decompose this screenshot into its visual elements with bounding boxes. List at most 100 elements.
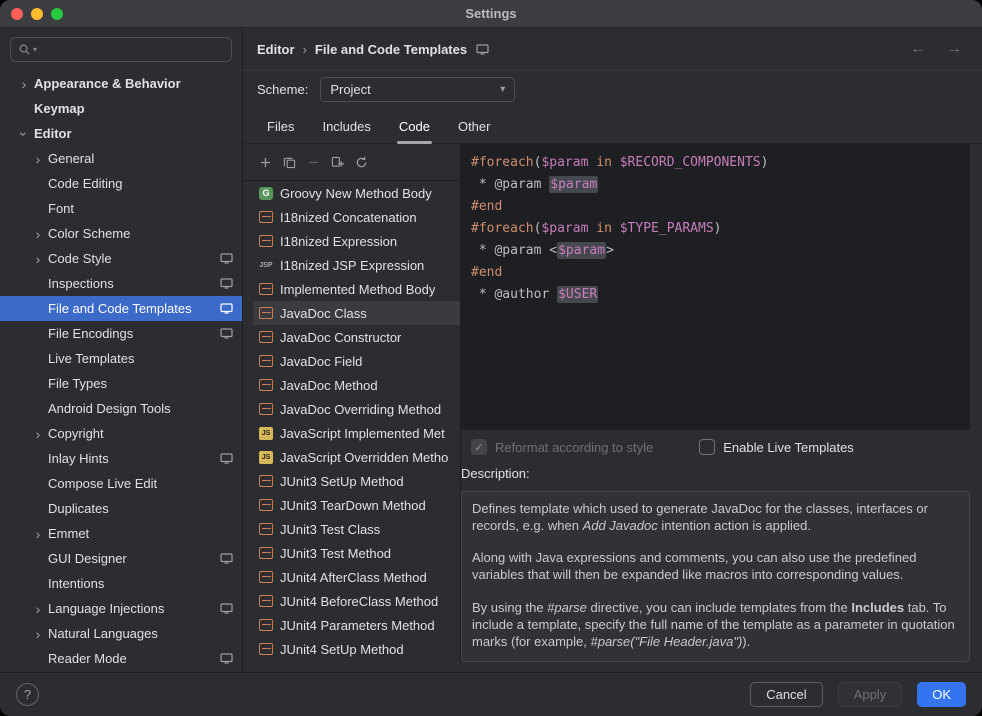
tree-item-font[interactable]: Font xyxy=(0,196,242,221)
back-arrow-icon[interactable]: ← xyxy=(910,40,926,58)
template-icon xyxy=(259,211,273,223)
description-label: Description: xyxy=(461,466,970,484)
close-button[interactable] xyxy=(11,8,23,20)
template-list-panel: GGroovy New Method BodyI18nized Concaten… xyxy=(243,144,461,662)
chevron-right-icon[interactable]: › xyxy=(28,252,48,266)
template-item-label: JUnit3 SetUp Method xyxy=(280,474,404,489)
tree-item-color-scheme[interactable]: ›Color Scheme xyxy=(0,221,242,246)
cancel-button[interactable]: Cancel xyxy=(750,682,822,707)
description-box[interactable]: Defines template which used to generate … xyxy=(461,491,970,662)
template-item-groovy-new-method-body[interactable]: GGroovy New Method Body xyxy=(253,181,460,205)
minimize-button[interactable] xyxy=(31,8,43,20)
tree-item-natural-languages[interactable]: ›Natural Languages xyxy=(0,621,242,646)
template-item-junit3-test-class[interactable]: JUnit3 Test Class xyxy=(253,517,460,541)
ok-button[interactable]: OK xyxy=(917,682,966,707)
template-item-i18nized-jsp-expression[interactable]: JSPI18nized JSP Expression xyxy=(253,253,460,277)
tree-item-file-encodings[interactable]: File Encodings xyxy=(0,321,242,346)
template-item-junit4-beforeclass-method[interactable]: JUnit4 BeforeClass Method xyxy=(253,589,460,613)
tree-item-compose-live-edit[interactable]: Compose Live Edit xyxy=(0,471,242,496)
tab-other[interactable]: Other xyxy=(456,119,493,143)
tree-item-gui-designer[interactable]: GUI Designer xyxy=(0,546,242,571)
tree-item-code-editing[interactable]: Code Editing xyxy=(0,171,242,196)
tree-item-emmet[interactable]: ›Emmet xyxy=(0,521,242,546)
tree-item-intentions[interactable]: Intentions xyxy=(0,571,242,596)
template-item-javadoc-overriding-method[interactable]: JavaDoc Overriding Method xyxy=(253,397,460,421)
apply-button: Apply xyxy=(838,682,903,707)
template-item-label: JavaDoc Class xyxy=(280,306,367,321)
template-item-javadoc-field[interactable]: JavaDoc Field xyxy=(253,349,460,373)
tree-item-label: Android Design Tools xyxy=(48,401,171,416)
settings-sidebar: ▾ ›Appearance & BehaviorKeymap›Editor›Ge… xyxy=(0,28,243,672)
tree-item-live-templates[interactable]: Live Templates xyxy=(0,346,242,371)
tab-code[interactable]: Code xyxy=(397,119,432,143)
tree-item-file-and-code-templates[interactable]: File and Code Templates xyxy=(0,296,242,321)
template-item-javascript-overridden-metho[interactable]: JSJavaScript Overridden Metho xyxy=(253,445,460,469)
template-item-junit3-test-method[interactable]: JUnit3 Test Method xyxy=(253,541,460,565)
tree-item-label: Font xyxy=(48,201,74,216)
javascript-icon: JS xyxy=(259,451,273,464)
enable-live-templates-checkbox[interactable] xyxy=(699,439,715,455)
template-item-i18nized-concatenation[interactable]: I18nized Concatenation xyxy=(253,205,460,229)
tree-item-duplicates[interactable]: Duplicates xyxy=(0,496,242,521)
template-item-javascript-implemented-met[interactable]: JSJavaScript Implemented Met xyxy=(253,421,460,445)
chevron-down-icon[interactable]: › xyxy=(17,124,31,144)
code-line: #end xyxy=(471,262,960,284)
tree-item-file-types[interactable]: File Types xyxy=(0,371,242,396)
template-item-label: I18nized Expression xyxy=(280,234,397,249)
tree-item-appearance-behavior[interactable]: ›Appearance & Behavior xyxy=(0,71,242,96)
copy-template-button[interactable] xyxy=(279,152,299,172)
code-line: #foreach($param in $RECORD_COMPONENTS) xyxy=(471,152,960,174)
template-icon xyxy=(259,355,273,367)
tree-item-android-design-tools[interactable]: Android Design Tools xyxy=(0,396,242,421)
tab-includes[interactable]: Includes xyxy=(320,119,372,143)
template-item-javadoc-constructor[interactable]: JavaDoc Constructor xyxy=(253,325,460,349)
search-input[interactable] xyxy=(39,42,224,57)
tree-item-language-injections[interactable]: ›Language Injections xyxy=(0,596,242,621)
template-item-label: JavaDoc Overriding Method xyxy=(280,402,441,417)
chevron-right-icon[interactable]: › xyxy=(28,427,48,441)
tree-item-general[interactable]: ›General xyxy=(0,146,242,171)
tree-item-label: Natural Languages xyxy=(48,626,158,641)
chevron-right-icon[interactable]: › xyxy=(28,627,48,641)
search-field[interactable]: ▾ xyxy=(10,37,232,62)
titlebar[interactable]: Settings xyxy=(0,0,982,28)
template-icon xyxy=(259,475,273,487)
tree-item-reader-mode[interactable]: Reader Mode xyxy=(0,646,242,671)
tree-item-editor[interactable]: ›Editor xyxy=(0,121,242,146)
chevron-right-icon[interactable]: › xyxy=(28,527,48,541)
tree-item-keymap[interactable]: Keymap xyxy=(0,96,242,121)
help-button[interactable]: ? xyxy=(16,683,39,706)
forward-arrow-icon[interactable]: → xyxy=(946,40,962,58)
template-item-i18nized-expression[interactable]: I18nized Expression xyxy=(253,229,460,253)
tree-item-label: Inlay Hints xyxy=(48,451,109,466)
add-template-button[interactable] xyxy=(255,152,275,172)
template-detail-panel: #foreach($param in $RECORD_COMPONENTS) *… xyxy=(461,144,970,662)
template-item-javadoc-method[interactable]: JavaDoc Method xyxy=(253,373,460,397)
search-history-caret-icon[interactable]: ▾ xyxy=(33,45,37,54)
scheme-select[interactable]: Project ▾ xyxy=(320,77,515,102)
duplicate-template-button[interactable] xyxy=(327,152,347,172)
template-item-implemented-method-body[interactable]: Implemented Method Body xyxy=(253,277,460,301)
chevron-right-icon[interactable]: › xyxy=(14,77,34,91)
settings-tree: ›Appearance & BehaviorKeymap›Editor›Gene… xyxy=(0,66,242,672)
template-item-junit4-afterclass-method[interactable]: JUnit4 AfterClass Method xyxy=(253,565,460,589)
tree-item-copyright[interactable]: ›Copyright xyxy=(0,421,242,446)
template-item-junit4-setup-method[interactable]: JUnit4 SetUp Method xyxy=(253,637,460,661)
chevron-right-icon[interactable]: › xyxy=(28,152,48,166)
chevron-right-icon[interactable]: › xyxy=(28,227,48,241)
reset-to-default-button[interactable] xyxy=(351,152,371,172)
tab-files[interactable]: Files xyxy=(265,119,296,143)
template-icon xyxy=(259,235,273,247)
breadcrumb-parent[interactable]: Editor xyxy=(257,42,295,57)
template-item-junit4-parameters-method[interactable]: JUnit4 Parameters Method xyxy=(253,613,460,637)
template-item-junit3-teardown-method[interactable]: JUnit3 TearDown Method xyxy=(253,493,460,517)
template-item-label: JavaScript Implemented Met xyxy=(280,426,445,441)
template-item-javadoc-class[interactable]: JavaDoc Class xyxy=(253,301,460,325)
tree-item-code-style[interactable]: ›Code Style xyxy=(0,246,242,271)
chevron-right-icon[interactable]: › xyxy=(28,602,48,616)
tree-item-inspections[interactable]: Inspections xyxy=(0,271,242,296)
template-item-junit3-setup-method[interactable]: JUnit3 SetUp Method xyxy=(253,469,460,493)
template-editor[interactable]: #foreach($param in $RECORD_COMPONENTS) *… xyxy=(461,144,970,430)
zoom-button[interactable] xyxy=(51,8,63,20)
tree-item-inlay-hints[interactable]: Inlay Hints xyxy=(0,446,242,471)
